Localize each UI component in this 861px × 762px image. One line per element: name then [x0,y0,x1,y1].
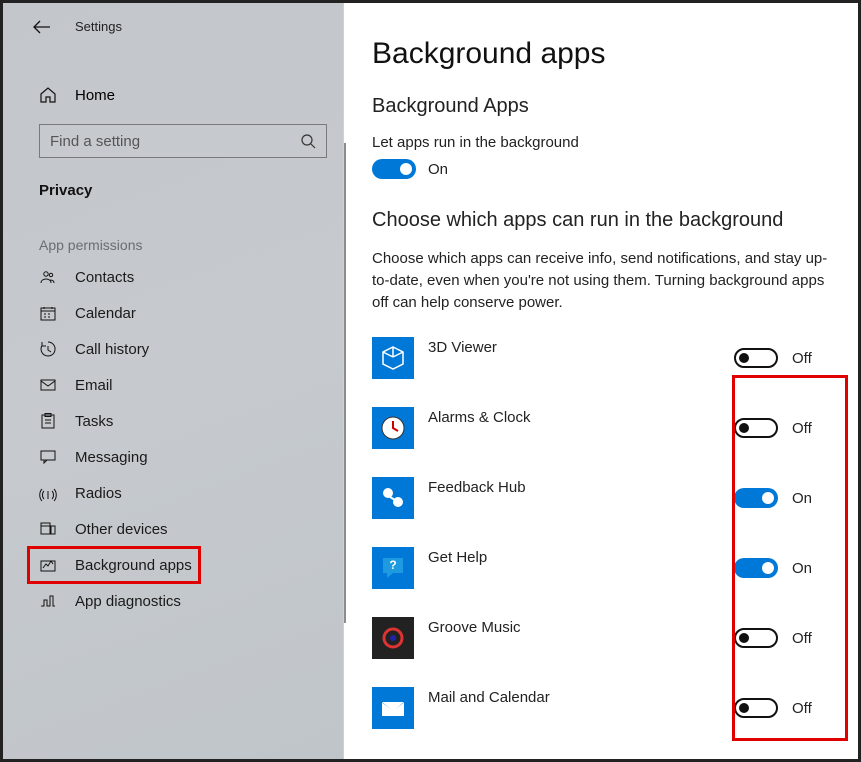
app-toggle-label: Off [792,420,812,437]
section-description: Choose which apps can receive info, send… [372,248,832,313]
search-icon [300,133,316,149]
clock-icon [372,407,414,449]
svg-text:?: ? [389,558,396,572]
master-toggle[interactable] [372,159,416,179]
call-history-icon [39,340,57,358]
app-toggle-label: On [792,560,812,577]
sidebar-item-label: Calendar [75,305,136,322]
calendar-icon [39,304,57,322]
sidebar-nav-list: Contacts Calendar Call history Email Tasks Me… [3,259,343,619]
app-toggle[interactable] [734,698,778,718]
app-row-3d-viewer: 3D Viewer Off [372,331,834,385]
window-title: Settings [75,19,122,34]
search-input[interactable] [50,133,280,150]
app-row-groove-music: Groove Music Off [372,611,834,665]
app-row-get-help: ? Get Help On [372,541,834,595]
sidebar-item-calendar[interactable]: Calendar [3,295,343,331]
sidebar-item-label: Call history [75,341,149,358]
app-toggle[interactable] [734,628,778,648]
tasks-icon [39,412,57,430]
app-name: Mail and Calendar [428,687,720,706]
music-icon [372,617,414,659]
feedback-icon [372,477,414,519]
cube-icon [372,337,414,379]
sidebar-item-email[interactable]: Email [3,367,343,403]
messaging-icon [39,448,57,466]
app-toggle[interactable] [734,488,778,508]
help-icon: ? [372,547,414,589]
app-row-feedback-hub: Feedback Hub On [372,471,834,525]
search-box[interactable] [39,124,327,158]
main-content: Background apps Background Apps Let apps… [343,3,858,759]
sidebar-item-label: App diagnostics [75,593,181,610]
master-toggle-label: On [428,161,448,178]
radios-icon [39,484,57,502]
sidebar-item-call-history[interactable]: Call history [3,331,343,367]
section-title-choose-apps: Choose which apps can run in the backgro… [372,209,834,232]
sidebar: Settings Home Privacy App permissions Co… [3,3,343,759]
sidebar-item-app-diagnostics[interactable]: App diagnostics [3,583,343,619]
home-icon [39,86,57,104]
master-toggle-row: On [372,159,834,179]
app-toggle-label: Off [792,630,812,647]
sidebar-item-label: Radios [75,485,122,502]
app-toggle[interactable] [734,558,778,578]
mail-icon [372,687,414,729]
app-name: Alarms & Clock [428,407,720,426]
email-icon [39,376,57,394]
contacts-icon [39,268,57,286]
sidebar-item-other-devices[interactable]: Other devices [3,511,343,547]
sidebar-item-label: Contacts [75,269,134,286]
sidebar-group-heading: App permissions [3,209,343,259]
sidebar-header: Settings [3,19,343,52]
sidebar-item-background-apps[interactable]: Background apps [3,547,343,583]
app-name: Get Help [428,547,720,566]
sidebar-item-tasks[interactable]: Tasks [3,403,343,439]
scroll-indicator[interactable] [344,143,346,623]
app-list: 3D Viewer Off Alarms & Clock Off Feedback Hu… [372,331,834,735]
back-icon[interactable] [33,20,51,34]
section-title-background-apps: Background Apps [372,95,834,118]
sidebar-section-heading: Privacy [3,168,343,209]
sidebar-item-label: Other devices [75,521,168,538]
background-apps-icon [39,556,57,574]
app-name: 3D Viewer [428,337,720,356]
app-name: Feedback Hub [428,477,720,496]
sidebar-item-label: Tasks [75,413,113,430]
app-row-mail-and-calendar: Mail and Calendar Off [372,681,834,735]
other-devices-icon [39,520,57,538]
sidebar-item-contacts[interactable]: Contacts [3,259,343,295]
home-label: Home [75,87,115,104]
app-toggle-label: On [792,490,812,507]
app-toggle-label: Off [792,700,812,717]
app-toggle[interactable] [734,348,778,368]
app-row-alarms-clock: Alarms & Clock Off [372,401,834,455]
sidebar-item-label: Background apps [75,557,192,574]
app-diagnostics-icon [39,592,57,610]
app-name: Groove Music [428,617,720,636]
sidebar-item-radios[interactable]: Radios [3,475,343,511]
app-toggle[interactable] [734,418,778,438]
sidebar-item-label: Messaging [75,449,148,466]
search-container [3,114,343,168]
master-toggle-text: Let apps run in the background [372,134,834,151]
sidebar-item-messaging[interactable]: Messaging [3,439,343,475]
sidebar-item-home[interactable]: Home [3,76,343,114]
app-toggle-label: Off [792,350,812,367]
sidebar-item-label: Email [75,377,113,394]
settings-window: Settings Home Privacy App permissions Co… [0,0,861,762]
page-title: Background apps [372,37,834,71]
